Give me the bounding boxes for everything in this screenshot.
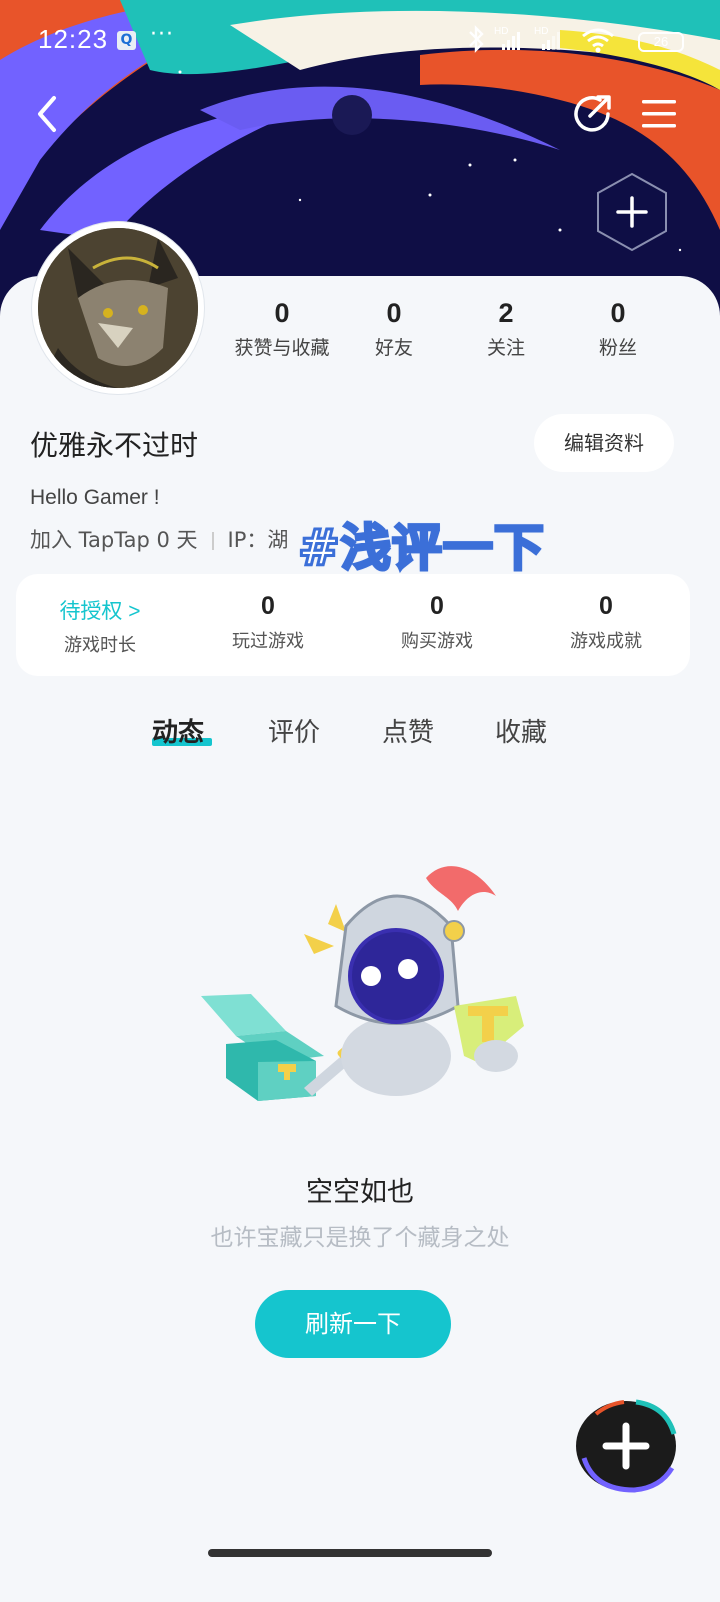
empty-state-subtitle: 也许宝藏只是换了个藏身之处 [210,1225,510,1251]
game-stat-label: 玩过游戏 [232,631,304,652]
home-indicator[interactable] [208,1549,492,1557]
stat-label: 关注 [486,337,525,359]
profile-stats: 0 获赞与收藏 0 好友 2 关注 0 粉丝 [0,298,720,368]
game-stat-label: 游戏时长 [64,635,136,656]
signal-2-icon [542,32,560,50]
tab-likes[interactable]: 点赞 [382,712,434,749]
stat-value: 0 [274,298,290,328]
back-icon[interactable] [32,94,62,134]
game-stat-value: 0 [599,592,613,620]
ip-location: IP：湖 [227,528,289,552]
joined-days: 加入 TapTap 0 天 [30,528,198,552]
stat-label: 粉丝 [598,337,637,359]
stat-friends[interactable]: 0 好友 [334,298,454,360]
game-stat-value: 0 [430,592,444,620]
status-more-notifications: ··· [150,22,174,47]
tab-activity[interactable]: 动态 [152,712,204,749]
tab-reviews[interactable]: 评价 [268,712,320,749]
refresh-button[interactable]: 刷新一下 [255,1290,451,1358]
status-bar: 12:23 Q ··· HD HD 26 [0,0,720,80]
stat-fans[interactable]: 0 粉丝 [558,298,678,360]
stat-value: 0 [610,298,626,328]
tab-favorites[interactable]: 收藏 [495,712,547,749]
menu-icon[interactable] [640,94,680,134]
stat-value: 2 [498,298,514,328]
battery-indicator: 26 [638,32,684,52]
game-stat-played[interactable]: 0 玩过游戏 [184,592,352,653]
stat-value: 0 [386,298,402,328]
wifi-icon [582,28,614,53]
profile-meta: 加入 TapTap 0 天 IP：湖 [30,524,288,554]
empty-state-illustration [201,866,524,1101]
status-icons: HD HD 26 [464,24,684,56]
stat-label: 好友 [374,337,413,359]
game-stat-value: 0 [261,592,275,620]
game-stat-value: 待授权 > [59,600,141,623]
game-stat-label: 购买游戏 [401,631,473,652]
username: 优雅永不过时 [30,429,199,462]
game-stats-card: 待授权 > 游戏时长 0 玩过游戏 0 购买游戏 0 游戏成就 [16,574,690,676]
status-time: 12:23 [38,24,109,54]
game-stat-label: 游戏成就 [570,631,642,652]
game-stat-purchased[interactable]: 0 购买游戏 [353,592,521,653]
empty-state-title: 空空如也 [306,1177,414,1208]
hexagon-add-icon[interactable] [596,172,668,252]
content-tabs: 动态 评价 点赞 收藏 [0,712,720,762]
floating-add-button[interactable] [574,1398,678,1494]
game-stat-playtime[interactable]: 待授权 > 游戏时长 [16,592,184,657]
edit-profile-button[interactable]: 编辑资料 [534,414,674,472]
bio-text: Hello Gamer ! [30,486,160,509]
stat-likes[interactable]: 0 获赞与收藏 [222,298,342,360]
notification-app-icon: Q [117,31,136,50]
stat-label: 获赞与收藏 [234,337,330,359]
signal-1-icon [502,32,520,50]
hashtag-sticker: #浅评一下 [297,518,546,579]
bluetooth-icon [469,25,484,53]
meta-divider [211,532,214,550]
share-icon[interactable] [570,92,614,136]
stat-following[interactable]: 2 关注 [446,298,566,360]
game-stat-achievements[interactable]: 0 游戏成就 [522,592,690,653]
